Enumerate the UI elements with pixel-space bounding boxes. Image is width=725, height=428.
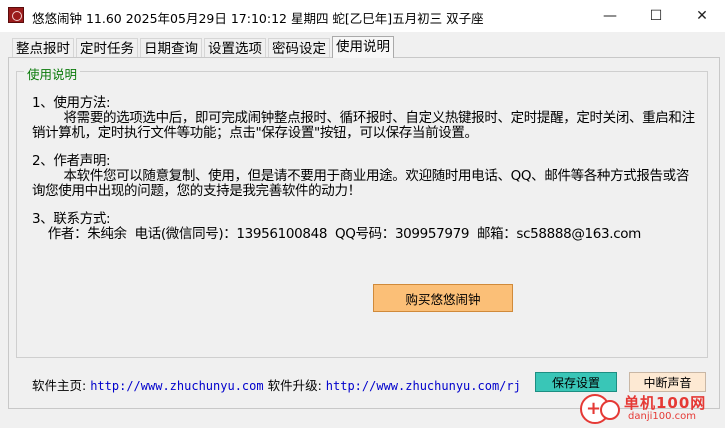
tab-instructions[interactable]: 使用说明 bbox=[332, 36, 394, 58]
home-label: 软件主页: bbox=[32, 378, 87, 393]
save-settings-button[interactable]: 保存设置 bbox=[535, 372, 617, 392]
minimize-button[interactable]: — bbox=[587, 0, 633, 32]
watermark-logo: 单机100网 danji100.com bbox=[578, 392, 723, 426]
watermark-url: danji100.com bbox=[628, 411, 696, 422]
upgrade-label: 软件升级: bbox=[267, 378, 322, 393]
section-usage-title: 1、使用方法: bbox=[32, 95, 111, 111]
tab-date-query[interactable]: 日期查询 bbox=[140, 38, 202, 58]
section-contact-title: 3、联系方式: bbox=[32, 211, 111, 227]
section-author-title: 2、作者声明: bbox=[32, 153, 111, 169]
watermark-name: 单机100网 bbox=[624, 394, 707, 412]
stop-sound-button[interactable]: 中断声音 bbox=[629, 372, 706, 392]
close-button[interactable]: ✕ bbox=[679, 0, 725, 32]
buy-button[interactable]: 购买悠悠闹钟 bbox=[373, 284, 513, 312]
section-contact-line: 作者：朱纯余 电话(微信同号)：13956100848 QQ号码：3099579… bbox=[32, 226, 642, 242]
tab-scheduled-tasks[interactable]: 定时任务 bbox=[76, 38, 138, 58]
watermark-ring-icon bbox=[600, 400, 620, 420]
home-link[interactable]: http://www.zhuchunyu.com bbox=[90, 379, 263, 393]
tab-strip: 整点报时 定时任务 日期查询 设置选项 密码设定 使用说明 bbox=[12, 36, 396, 58]
tab-hourly-chime[interactable]: 整点报时 bbox=[12, 38, 74, 58]
tab-password[interactable]: 密码设定 bbox=[268, 38, 330, 58]
title-bar: 悠悠闹钟 11.60 2025年05月29日 17:10:12 星期四 蛇[乙巳… bbox=[0, 0, 725, 32]
section-author-text: 本软件您可以随意复制、使用，但是请不要用于商业用途。欢迎随时用电话、QQ、邮件等… bbox=[32, 168, 689, 199]
maximize-button[interactable]: ☐ bbox=[633, 0, 679, 32]
groupbox-legend: 使用说明 bbox=[24, 64, 81, 83]
window-title: 悠悠闹钟 11.60 2025年05月29日 17:10:12 星期四 蛇[乙巳… bbox=[32, 11, 484, 26]
app-icon[interactable] bbox=[8, 7, 24, 23]
footer-links: 软件主页: http://www.zhuchunyu.com 软件升级: htt… bbox=[32, 375, 521, 394]
tab-settings[interactable]: 设置选项 bbox=[204, 38, 266, 58]
upgrade-link[interactable]: http://www.zhuchunyu.com/rj bbox=[326, 379, 521, 393]
section-usage-text: 将需要的选项选中后，即可完成闹钟整点报时、循环报时、自定义热键报时、定时提醒，定… bbox=[32, 110, 695, 141]
instructions-content: 1、使用方法: 将需要的选项选中后，即可完成闹钟整点报时、循环报时、自定义热键报… bbox=[32, 96, 702, 242]
